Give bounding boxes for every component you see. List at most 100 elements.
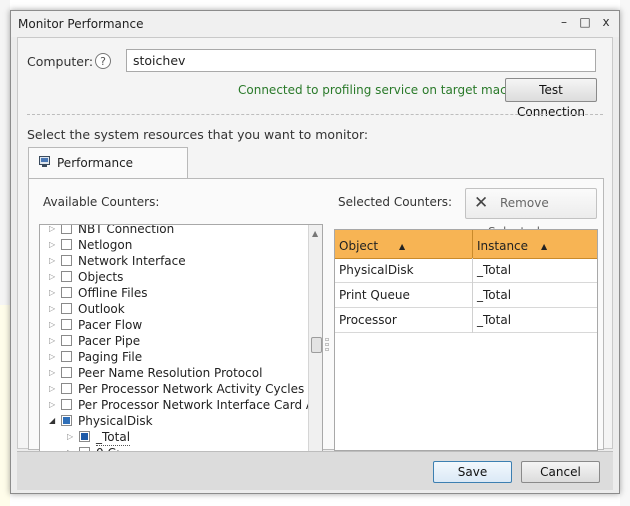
tree-item-checkbox[interactable] (61, 319, 72, 330)
expand-arrow-icon[interactable]: ▷ (49, 381, 57, 397)
tree-item[interactable]: ▷ Network Interface (40, 253, 308, 269)
performance-counters-icon (39, 156, 50, 167)
grid-header: ▲ Object ▲ Instance (335, 230, 597, 259)
expand-arrow-icon[interactable]: ▷ (49, 285, 57, 301)
column-header-instance[interactable]: ▲ Instance (473, 230, 597, 258)
tree-item[interactable]: ▷ Offline Files (40, 285, 308, 301)
tree-item[interactable]: ▷ Objects (40, 269, 308, 285)
tree-item-label: Peer Name Resolution Protocol (78, 366, 263, 380)
tree-item[interactable]: ◢ PhysicalDisk (40, 413, 308, 429)
selected-counters-grid: ▲ Object ▲ Instance PhysicalDisk _Total Pr… (334, 229, 598, 451)
tree-item-checkbox[interactable] (61, 271, 72, 282)
tree-item-label: Pacer Flow (78, 318, 143, 332)
expand-arrow-icon[interactable]: ▷ (49, 237, 57, 253)
tree-item-checkbox[interactable] (61, 383, 72, 394)
tree-item[interactable]: ▷ Per Processor Network Activity Cycles (40, 381, 308, 397)
dialog-footer: Save Cancel (17, 451, 613, 490)
column-header-object[interactable]: ▲ Object (335, 230, 473, 258)
resources-prompt: Select the system resources that you wan… (27, 127, 369, 142)
expand-arrow-icon[interactable]: ▷ (49, 397, 57, 413)
tree-item[interactable]: ▷ Peer Name Resolution Protocol (40, 365, 308, 381)
computer-label: Computer: (27, 54, 94, 69)
tree-item-label: Paging File (78, 350, 143, 364)
help-icon[interactable]: ? (95, 53, 111, 69)
tree-item[interactable]: ▷ Outlook (40, 301, 308, 317)
background-panel (0, 305, 10, 506)
splitter-grip[interactable]: ▫ ▫ ▫ (325, 337, 330, 353)
expand-arrow-icon[interactable]: ▷ (49, 269, 57, 285)
tree-item[interactable]: ▷ Pacer Flow (40, 317, 308, 333)
expand-arrow-icon[interactable]: ▷ (49, 349, 57, 365)
tree-item-checkbox[interactable] (61, 303, 72, 314)
dialog-title: Monitor Performance (18, 17, 144, 31)
object-cell: Processor (335, 308, 473, 333)
scroll-up-arrow[interactable]: ▲ (312, 229, 318, 238)
tree-item[interactable]: ▷ Paging File (40, 349, 308, 365)
expand-arrow-icon[interactable]: ▷ (49, 301, 57, 317)
tab-panel: Available Counters: ▷ NBT Connection ▷ Netl… (28, 178, 604, 452)
connection-status: Connected to profiling service on target… (238, 83, 537, 97)
remove-selected-button[interactable]: ✕ Remove Selected (465, 188, 597, 239)
available-counters-label: Available Counters: (43, 195, 160, 209)
instance-cell: _Total (477, 288, 512, 302)
scroll-thumb[interactable] (311, 337, 322, 353)
tree-item-label: Objects (78, 270, 124, 284)
tree-item-label: NBT Connection (78, 224, 175, 236)
tree-item-label: _Total (96, 430, 131, 446)
table-row[interactable]: Processor _Total (335, 308, 597, 333)
table-row[interactable]: PhysicalDisk _Total (335, 258, 597, 283)
tree-item-label: Pacer Pipe (78, 334, 141, 348)
available-counters-tree: ▷ NBT Connection ▷ Netlogon ▷ Network Interfa… (39, 224, 323, 452)
expand-arrow-icon[interactable]: ▷ (49, 253, 57, 269)
tree-item-checkbox[interactable] (61, 335, 72, 346)
tree-item-checkbox[interactable] (61, 367, 72, 378)
computer-name-input[interactable]: stoichev (126, 49, 596, 72)
tree-item-checkbox[interactable] (61, 415, 72, 426)
tree-item-label: Per Processor Network Activity Cycles (78, 382, 305, 396)
expand-arrow-icon[interactable]: ▷ (49, 333, 57, 349)
tree-item-label: Netlogon (78, 238, 133, 252)
expand-arrow-icon[interactable]: ▷ (67, 429, 75, 445)
tree-scrollbar[interactable]: ▲ (308, 225, 322, 451)
tree-item[interactable]: ▷ Netlogon (40, 237, 308, 253)
maximize-button[interactable]: □ (578, 14, 592, 30)
expand-arrow-icon[interactable]: ▷ (49, 225, 57, 237)
save-button[interactable]: Save (433, 461, 512, 483)
dialog-content: Computer: ? stoichev Connected to profil… (17, 37, 613, 452)
monitor-performance-dialog: Monitor Performance – □ x Computer: ? st… (10, 10, 620, 494)
collapse-arrow-icon[interactable]: ◢ (49, 413, 57, 429)
cancel-button[interactable]: Cancel (521, 461, 600, 483)
remove-icon: ✕ (474, 193, 489, 213)
tree-item[interactable]: ▷ Pacer Pipe (40, 333, 308, 349)
close-button[interactable]: x (599, 14, 613, 30)
object-cell: PhysicalDisk (335, 258, 473, 283)
tree-item-label: Per Processor Network Interface Card Act… (78, 398, 323, 412)
test-connection-button[interactable]: Test Connection (505, 78, 597, 119)
tree-item-label: Outlook (78, 302, 125, 316)
tree-item-checkbox[interactable] (61, 225, 72, 234)
tree-item[interactable]: ▷ NBT Connection (40, 224, 308, 237)
tree-item-checkbox[interactable] (61, 239, 72, 250)
tree-item-label: Offline Files (78, 286, 148, 300)
tree-item[interactable]: ▷ Per Processor Network Interface Card Ac… (40, 397, 322, 413)
tab-performance-counters[interactable]: Performance Counters (28, 147, 188, 200)
table-row[interactable]: Print Queue _Total (335, 283, 597, 308)
instance-cell: _Total (477, 313, 512, 327)
tree-item-checkbox[interactable] (61, 287, 72, 298)
tree-item-label: PhysicalDisk (78, 414, 153, 428)
tree-item-checkbox[interactable] (61, 399, 72, 410)
expand-arrow-icon[interactable]: ▷ (49, 317, 57, 333)
instance-cell: _Total (477, 263, 512, 277)
minimize-button[interactable]: – (557, 14, 571, 30)
selected-counters-label: Selected Counters: (338, 195, 453, 209)
tree-item[interactable]: ▷ _Total (40, 429, 308, 446)
separator (27, 114, 603, 115)
expand-arrow-icon[interactable]: ▷ (49, 365, 57, 381)
tree-item-checkbox[interactable] (61, 351, 72, 362)
tree-item-checkbox[interactable] (61, 255, 72, 266)
tree-item-checkbox[interactable] (79, 431, 90, 442)
background-window-right (620, 0, 630, 506)
object-cell: Print Queue (335, 283, 473, 308)
tree-item-label: Network Interface (78, 254, 186, 268)
title-bar[interactable]: Monitor Performance – □ x (11, 11, 619, 37)
